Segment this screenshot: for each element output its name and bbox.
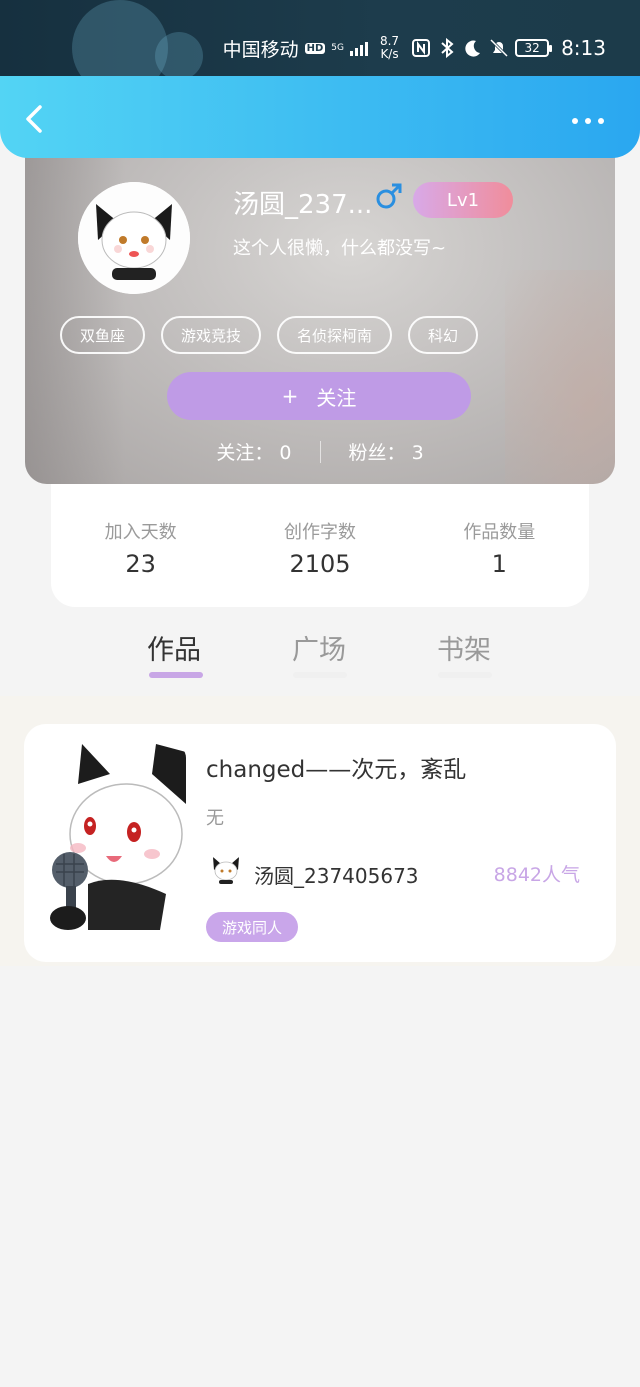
- male-icon: [375, 182, 403, 210]
- follow-stats: 关注： 0 粉丝： 3: [25, 438, 615, 465]
- fans-count: 3: [411, 442, 424, 464]
- author-avatar: [208, 852, 244, 888]
- stat-value: 2105: [289, 550, 351, 578]
- decorative-bubble: [155, 32, 203, 76]
- interest-tag[interactable]: 双鱼座: [60, 316, 146, 354]
- dot-icon: [585, 118, 591, 124]
- battery-level: 32: [524, 41, 540, 55]
- author-name[interactable]: 汤圆_237405673: [254, 860, 419, 889]
- cat-avatar-image: [208, 852, 244, 888]
- cover-image: [48, 744, 186, 930]
- mute-bell-icon: [489, 38, 509, 58]
- divider: [319, 440, 321, 463]
- stat-label: 创作字数: [283, 522, 356, 543]
- moon-icon: [463, 38, 483, 58]
- decorative-bubble: [72, 0, 168, 76]
- works-list: changed——次元，紊乱 无 汤圆_237405673 8842人气 游戏同…: [0, 696, 640, 966]
- stat-value: 1: [491, 550, 507, 578]
- popularity-count: 8842人气: [493, 864, 580, 886]
- username: 汤圆_237...: [233, 190, 373, 220]
- stat-word-count: 创作字数 2105: [230, 484, 409, 607]
- stat-join-days: 加入天数 23: [51, 484, 230, 607]
- level-badge: Lv1: [413, 182, 513, 218]
- follow-button[interactable]: + 关注: [167, 372, 471, 420]
- genre-tag: 游戏同人: [206, 912, 299, 942]
- work-card[interactable]: changed——次元，紊乱 无 汤圆_237405673 8842人气 游戏同…: [24, 724, 616, 962]
- fans-label: 粉丝：: [348, 442, 406, 464]
- dot-icon: [572, 118, 578, 124]
- interest-tag[interactable]: 游戏竞技: [161, 316, 262, 354]
- tab-works[interactable]: 作品: [147, 628, 201, 667]
- nav-bar: [0, 76, 640, 158]
- follow-button-label: 关注: [316, 385, 357, 410]
- user-bio: 这个人很懒，什么都没写~: [233, 238, 447, 259]
- status-bar: 中国移动 HD 5G 8.7 K/s 32 8:13: [0, 0, 640, 76]
- clock: 8:13: [561, 36, 606, 60]
- avatar[interactable]: [78, 182, 190, 294]
- dot-icon: [598, 118, 604, 124]
- tab-square[interactable]: 广场: [292, 628, 346, 667]
- more-options-button[interactable]: [572, 118, 604, 124]
- network-speed: 8.7 K/s: [380, 35, 399, 61]
- tab-active-indicator: [149, 672, 203, 678]
- stat-label: 作品数量: [463, 522, 536, 543]
- tab-indicator: [438, 672, 492, 678]
- work-title: changed——次元，紊乱: [206, 757, 467, 783]
- following-stat[interactable]: 关注： 0: [216, 438, 291, 465]
- battery-icon: 32: [515, 39, 553, 57]
- back-button[interactable]: [22, 104, 50, 134]
- signal-icon: [349, 40, 368, 56]
- following-label: 关注：: [216, 442, 274, 464]
- tab-indicator: [293, 672, 347, 678]
- content-tabs: 作品 广场 书架: [0, 620, 640, 696]
- interest-tags: 双鱼座 游戏竞技 名侦探柯南 科幻: [60, 316, 479, 354]
- speed-unit: K/s: [380, 47, 399, 61]
- cat-avatar-image: [78, 182, 190, 294]
- work-description: 无: [206, 808, 224, 829]
- fans-stat[interactable]: 粉丝： 3: [349, 438, 424, 465]
- carrier-name: 中国移动: [222, 38, 299, 61]
- status-bar-right: 中国移动 HD 5G 8.7 K/s 32 8:13: [223, 30, 606, 66]
- chevron-left-icon: [26, 105, 42, 133]
- plus-icon: +: [281, 384, 299, 408]
- interest-tag[interactable]: 名侦探柯南: [277, 316, 393, 354]
- stat-value: 23: [125, 550, 156, 578]
- profile-header: 汤圆_237... Lv1 这个人很懒，什么都没写~ 双鱼座 游戏竞技 名侦探柯…: [25, 150, 615, 484]
- hd-badge: HD: [304, 42, 326, 54]
- stat-label: 加入天数: [104, 522, 177, 543]
- stats-card: 加入天数 23 创作字数 2105 作品数量 1: [51, 484, 589, 607]
- speed-value: 8.7: [379, 34, 400, 48]
- stat-works-count: 作品数量 1: [410, 484, 589, 607]
- bluetooth-icon: [437, 38, 457, 58]
- following-count: 0: [279, 442, 292, 464]
- tab-bookshelf[interactable]: 书架: [437, 628, 491, 667]
- network-type: 5G: [331, 42, 344, 53]
- interest-tag[interactable]: 科幻: [408, 316, 479, 354]
- work-cover: [48, 744, 186, 930]
- nfc-icon: [411, 38, 431, 58]
